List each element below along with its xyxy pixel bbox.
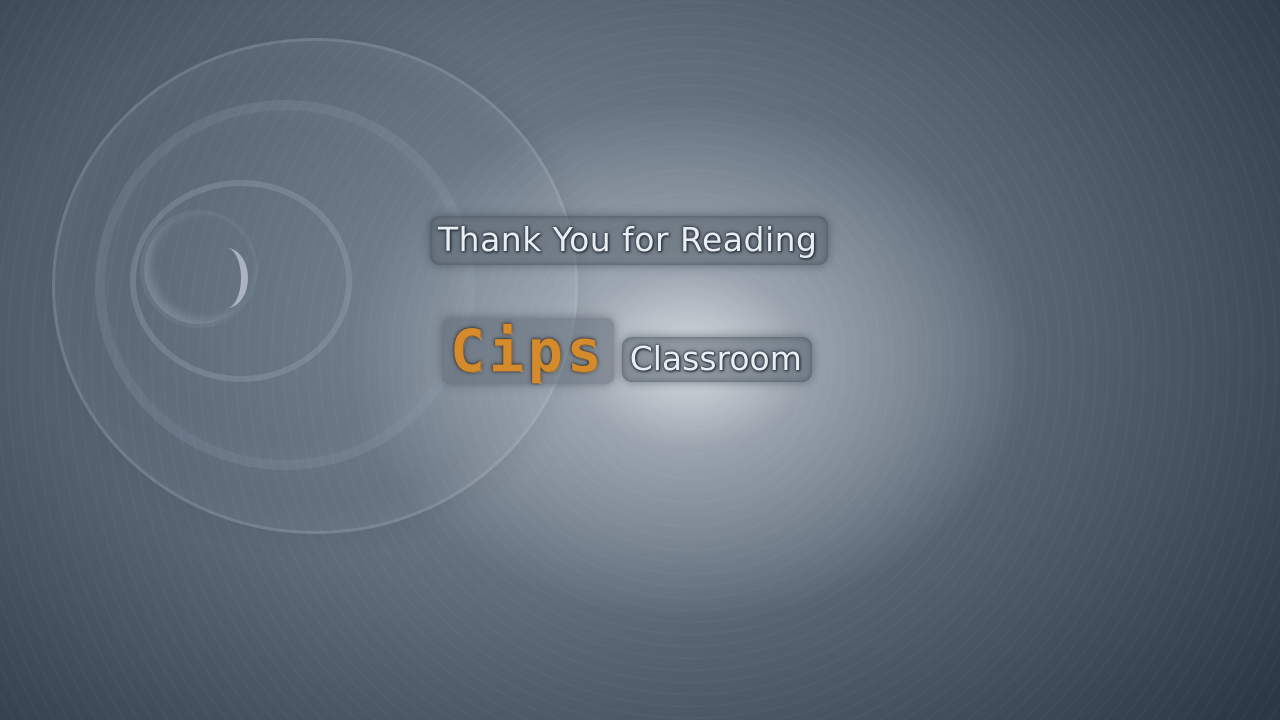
background-crescent: [205, 248, 248, 308]
background-ripple-core: [140, 210, 258, 328]
thank-you-slide: Thank You for Reading Cips Classroom: [0, 0, 1280, 720]
background-ripple-inner: [130, 180, 352, 382]
brand-logo: Cips: [442, 318, 614, 384]
brand-lockup: Cips Classroom: [442, 318, 812, 384]
brand-name: Classroom: [621, 337, 812, 382]
slide-title: Thank You for Reading: [430, 216, 828, 265]
background-ripple-middle: [95, 100, 475, 470]
background-ripple-outer: [52, 38, 578, 534]
